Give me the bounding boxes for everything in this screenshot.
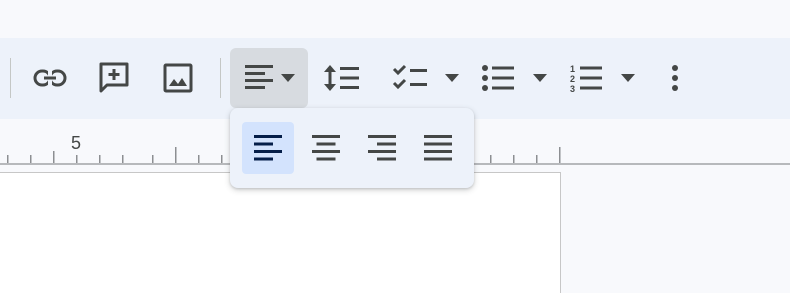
align-left-icon — [245, 65, 273, 89]
add-comment-button[interactable] — [92, 58, 136, 98]
chevron-down-icon — [281, 74, 295, 82]
svg-text:2: 2 — [570, 74, 575, 84]
insert-link-button[interactable] — [28, 58, 72, 98]
svg-text:3: 3 — [570, 84, 575, 93]
align-center-option[interactable] — [300, 122, 352, 174]
numbered-list-icon: 1 2 3 — [570, 64, 602, 93]
align-center-icon — [312, 135, 340, 161]
checklist-dropdown-button[interactable] — [440, 58, 464, 98]
insert-image-icon — [163, 63, 193, 93]
checklist-icon — [392, 64, 427, 90]
chevron-down-icon — [445, 74, 459, 82]
numbered-list-button[interactable]: 1 2 3 — [564, 58, 608, 98]
ruler-label: 5 — [71, 133, 82, 153]
align-left-option[interactable] — [242, 122, 294, 174]
more-options-icon — [672, 65, 678, 91]
svg-text:1: 1 — [570, 64, 575, 74]
checklist-button[interactable] — [388, 58, 432, 98]
line-spacing-button[interactable] — [320, 58, 364, 98]
align-menu-button[interactable] — [230, 48, 308, 108]
toolbar: 1 2 3 — [0, 38, 790, 119]
insert-link-icon — [33, 69, 67, 87]
line-spacing-icon — [324, 65, 359, 91]
add-comment-icon — [99, 62, 129, 93]
align-justify-icon — [424, 135, 452, 161]
chevron-down-icon — [533, 74, 547, 82]
align-right-icon — [368, 135, 396, 161]
more-options-button[interactable] — [660, 58, 690, 98]
insert-image-button[interactable] — [156, 58, 200, 98]
numbered-list-dropdown-button[interactable] — [616, 58, 640, 98]
chevron-down-icon — [621, 74, 635, 82]
bulleted-list-icon — [482, 65, 514, 91]
align-justify-option[interactable] — [412, 122, 464, 174]
bulleted-list-dropdown-button[interactable] — [528, 58, 552, 98]
align-menu — [230, 108, 474, 188]
top-bar — [0, 0, 790, 38]
align-right-option[interactable] — [356, 122, 408, 174]
bulleted-list-button[interactable] — [476, 58, 520, 98]
toolbar-divider — [220, 58, 221, 98]
toolbar-divider — [10, 58, 11, 98]
document-page[interactable] — [0, 172, 561, 293]
align-left-icon — [254, 135, 282, 161]
